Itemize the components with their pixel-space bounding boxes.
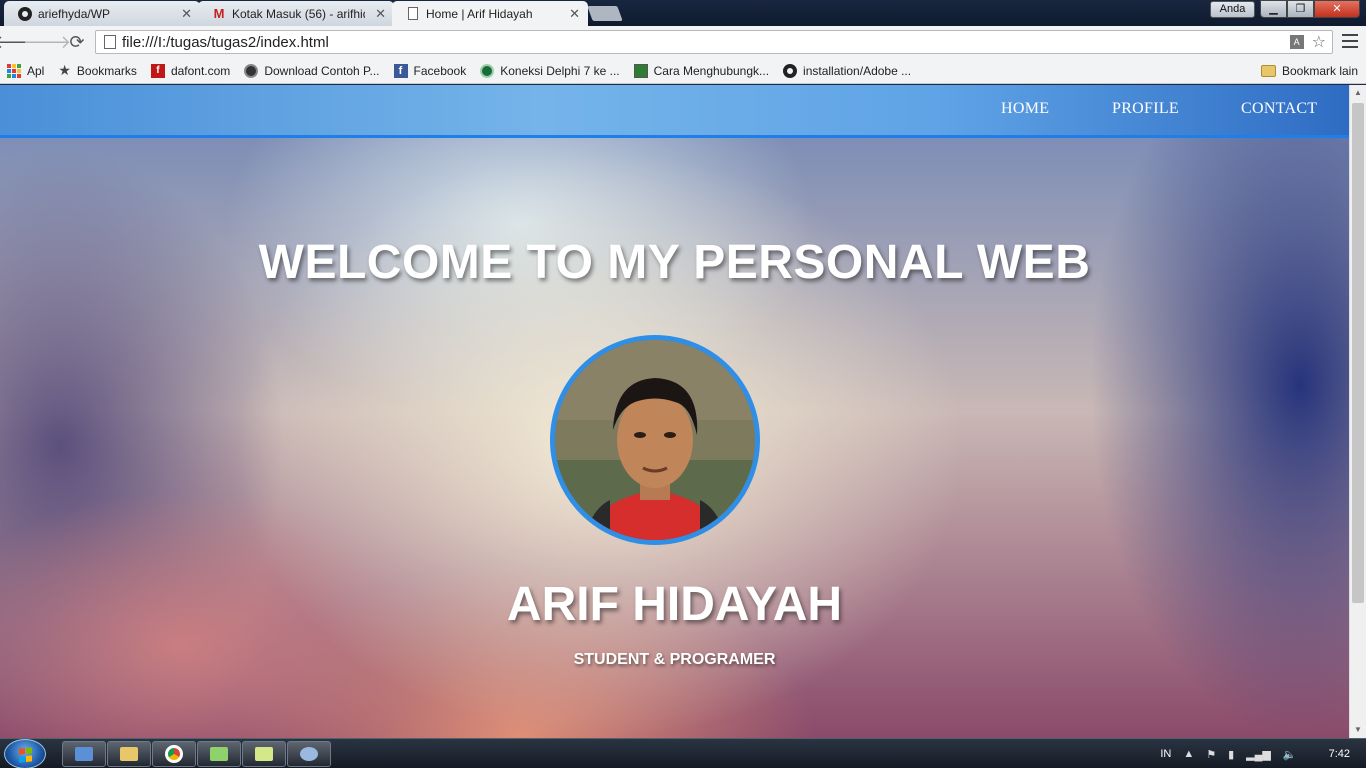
profile-name: ARIF HIDAYAH xyxy=(506,578,843,631)
network-signal-icon[interactable]: ▂▄▆ xyxy=(1246,748,1271,761)
close-window-button[interactable]: ✕ xyxy=(1314,0,1360,18)
reload-button[interactable]: ⟳ xyxy=(64,29,90,55)
bookmark-installation-adobe[interactable]: installation/Adobe ... xyxy=(776,63,918,78)
other-bookmarks[interactable]: Bookmark lain xyxy=(1260,58,1358,84)
battery-icon[interactable]: ▮ xyxy=(1228,748,1234,761)
taskbar-chrome[interactable] xyxy=(152,741,196,767)
menu-icon[interactable] xyxy=(1342,32,1358,50)
bookmarks-bar: Apl ★ Bookmarks f dafont.com Download Co… xyxy=(0,58,1366,84)
star-icon[interactable]: ☆ xyxy=(1312,32,1326,52)
tab-github-wp[interactable]: ariefhyda/WP ✕ xyxy=(4,1,200,26)
facebook-icon: f xyxy=(393,63,408,78)
bookmark-cara-menghubungkan[interactable]: Cara Menghubungk... xyxy=(627,63,776,78)
bookmark-label: installation/Adobe ... xyxy=(803,63,912,78)
volume-icon[interactable]: 🔈 xyxy=(1283,748,1297,761)
nav-home-link[interactable]: HOME xyxy=(1001,100,1049,118)
system-tray: IN ▲ ⚑ ▮ ▂▄▆ 🔈 7:42 xyxy=(1160,739,1366,768)
chrome-icon xyxy=(165,745,183,763)
taskbar-paint[interactable] xyxy=(287,741,331,767)
page-viewport: HOME PROFILE CONTACT WELCOME TO MY PERSO… xyxy=(0,85,1349,738)
globe-icon xyxy=(244,63,259,78)
gmail-icon: M xyxy=(213,6,225,21)
start-button[interactable] xyxy=(4,739,46,768)
taskbar-app-4[interactable] xyxy=(197,741,241,767)
bookmark-label: Download Contoh P... xyxy=(264,63,380,78)
tab-gmail[interactable]: M Kotak Masuk (56) - arifhid ✕ xyxy=(198,1,394,26)
paint-icon xyxy=(300,747,318,761)
close-icon[interactable]: ✕ xyxy=(375,6,386,22)
folder-icon xyxy=(1260,65,1276,77)
profile-photo xyxy=(550,335,760,545)
bookmark-koneksi-delphi[interactable]: Koneksi Delphi 7 ke ... xyxy=(473,63,626,78)
user-profile-button[interactable]: Anda xyxy=(1210,1,1255,18)
profile-subtitle: STUDENT & PROGRAMER xyxy=(573,651,776,668)
bookmark-apps[interactable]: Apl xyxy=(0,63,51,78)
address-url[interactable]: file:///I:/tugas/tugas2/index.html xyxy=(122,34,1290,51)
browser-title-bar: ariefhyda/WP ✕ M Kotak Masuk (56) - arif… xyxy=(0,0,1366,26)
koneksi-icon xyxy=(480,63,495,78)
bookmark-facebook[interactable]: f Facebook xyxy=(387,63,474,78)
site-navbar: HOME PROFILE CONTACT xyxy=(0,85,1349,138)
new-tab-button[interactable] xyxy=(587,6,623,21)
scroll-up-arrow-icon[interactable]: ▲ xyxy=(1350,85,1366,101)
nav-profile-link[interactable]: PROFILE xyxy=(1112,100,1179,118)
github-icon xyxy=(18,6,32,21)
bookmark-label: Bookmarks xyxy=(76,63,137,78)
bookmark-download-contoh[interactable]: Download Contoh P... xyxy=(237,63,386,78)
page-icon xyxy=(406,7,420,21)
star-icon: ★ xyxy=(58,62,71,78)
page-icon xyxy=(104,35,116,49)
close-icon[interactable]: ✕ xyxy=(569,6,580,22)
nav-contact-link[interactable]: CONTACT xyxy=(1241,100,1317,118)
bookmark-label: dafont.com xyxy=(170,63,231,78)
tab-title: Kotak Masuk (56) - arifhid xyxy=(232,6,366,21)
keyboard-icon xyxy=(75,747,93,761)
taskbar-explorer[interactable] xyxy=(107,741,151,767)
tab-home-arif-hidayah[interactable]: Home | Arif Hidayah ✕ xyxy=(392,1,588,26)
tab-title: ariefhyda/WP xyxy=(38,6,111,21)
forward-button[interactable]: 🡒 xyxy=(23,29,71,55)
taskbar-notepad[interactable] xyxy=(242,741,286,767)
close-icon[interactable]: ✕ xyxy=(181,6,192,22)
cara-icon xyxy=(633,63,648,78)
windows-taskbar: IN ▲ ⚑ ▮ ▂▄▆ 🔈 7:42 xyxy=(0,738,1366,768)
action-center-icon[interactable]: ⚑ xyxy=(1206,748,1216,761)
bookmark-label: Apl xyxy=(27,63,45,78)
translate-icon[interactable]: A xyxy=(1289,35,1304,49)
bookmark-label: Facebook xyxy=(413,63,467,78)
browser-toolbar: 🡐 🡒 ⟳ file:///I:/tugas/tugas2/index.html… xyxy=(0,26,1366,58)
minimize-button[interactable]: ▁ xyxy=(1260,0,1287,18)
windows-logo-icon xyxy=(19,747,33,763)
taskbar-keyboard-app[interactable] xyxy=(62,741,106,767)
tab-title: Home | Arif Hidayah xyxy=(426,6,533,21)
scrollbar-thumb[interactable] xyxy=(1352,103,1364,603)
github-icon xyxy=(783,63,798,78)
other-bookmarks-label: Bookmark lain xyxy=(1281,64,1358,78)
language-indicator[interactable]: IN xyxy=(1160,748,1171,760)
page-scrollbar[interactable]: ▲ ▼ xyxy=(1349,85,1366,738)
bookmark-label: Cara Menghubungk... xyxy=(653,63,770,78)
window-controls: ▁ ❐ ✕ xyxy=(1260,0,1360,18)
bookmark-label: Koneksi Delphi 7 ke ... xyxy=(500,63,620,78)
dafont-icon: f xyxy=(150,63,165,78)
restore-button[interactable]: ❐ xyxy=(1287,0,1314,18)
notepad-icon xyxy=(255,747,273,761)
show-hidden-icons-icon[interactable]: ▲ xyxy=(1183,748,1194,760)
welcome-heading: WELCOME TO MY PERSONAL WEB xyxy=(258,236,1091,289)
folder-icon xyxy=(120,747,138,761)
app-icon xyxy=(210,747,228,761)
bookmark-bookmarks[interactable]: ★ Bookmarks xyxy=(51,62,144,79)
bookmark-dafont[interactable]: f dafont.com xyxy=(144,63,237,78)
apps-icon xyxy=(7,63,21,78)
clock[interactable]: 7:42 xyxy=(1329,748,1350,760)
scroll-down-arrow-icon[interactable]: ▼ xyxy=(1350,722,1366,738)
address-bar[interactable]: file:///I:/tugas/tugas2/index.html A ☆ xyxy=(95,30,1333,54)
